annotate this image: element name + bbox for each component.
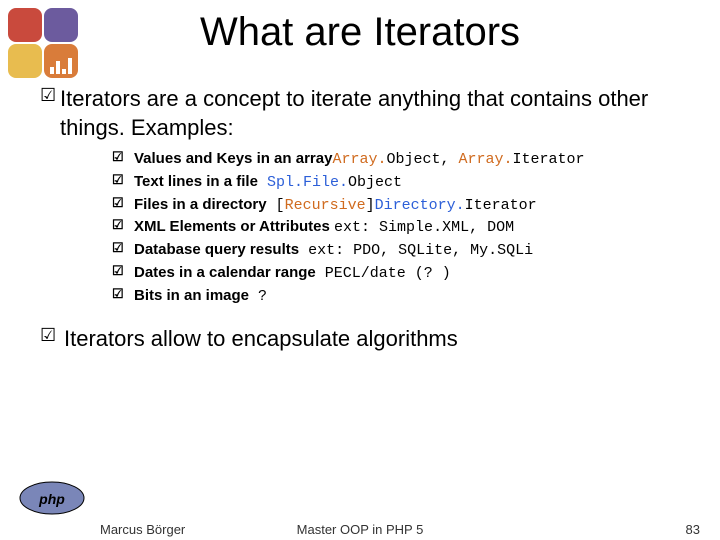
example-text: Bits in an image ?	[134, 285, 700, 308]
checkbox-icon: ☑	[40, 325, 64, 346]
checkbox-icon: ☑	[112, 262, 134, 281]
example-text: Files in a directory [Recursive]Director…	[134, 194, 700, 217]
list-item: ☑Values and Keys in an arrayArray.Object…	[112, 148, 700, 171]
example-text: Values and Keys in an arrayArray.Object,…	[134, 148, 700, 171]
list-item: ☑Dates in a calendar range PECL/date (? …	[112, 262, 700, 285]
slide-content: ☑ Iterators are a concept to iterate any…	[40, 85, 700, 360]
checkbox-icon: ☑	[40, 85, 60, 106]
checkbox-icon: ☑	[112, 194, 134, 213]
example-text: Database query results ext: PDO, SQLite,…	[134, 239, 700, 262]
checkbox-icon: ☑	[112, 148, 134, 167]
slide-title: What are Iterators	[0, 10, 720, 55]
list-item: ☑Database query results ext: PDO, SQLite…	[112, 239, 700, 262]
intro-text: Iterators are a concept to iterate anyth…	[60, 85, 700, 142]
list-item: ☑Text lines in a file Spl.File.Object	[112, 171, 700, 194]
class-name: ?	[249, 288, 267, 305]
class-name: PECL/date (? )	[316, 265, 451, 282]
class-name: Array.Object, Array.Iterator	[332, 151, 584, 168]
checkbox-icon: ☑	[112, 285, 134, 304]
checkbox-icon: ☑	[112, 216, 134, 235]
example-text: Dates in a calendar range PECL/date (? )	[134, 262, 700, 285]
list-item: ☑Files in a directory [Recursive]Directo…	[112, 194, 700, 217]
closing-text: Iterators allow to encapsulate algorithm…	[64, 325, 458, 354]
class-name: [Recursive]Directory.Iterator	[267, 197, 537, 214]
php-logo: php	[18, 476, 86, 516]
class-name: ext: Simple.XML, DOM	[334, 219, 514, 236]
class-name: ext: PDO, SQLite, My.SQLi	[299, 242, 533, 259]
list-item: ☑Bits in an image ?	[112, 285, 700, 308]
list-item: ☑XML Elements or Attributes ext: Simple.…	[112, 216, 700, 239]
example-text: XML Elements or Attributes ext: Simple.X…	[134, 216, 700, 239]
svg-text:php: php	[38, 491, 65, 507]
checkbox-icon: ☑	[112, 239, 134, 258]
examples-list: ☑Values and Keys in an arrayArray.Object…	[112, 148, 700, 307]
footer-page: 83	[686, 522, 700, 537]
class-name: Spl.File.Object	[258, 174, 402, 191]
checkbox-icon: ☑	[112, 171, 134, 190]
footer-title: Master OOP in PHP 5	[297, 522, 424, 537]
example-text: Text lines in a file Spl.File.Object	[134, 171, 700, 194]
footer-author: Marcus Börger	[100, 522, 185, 537]
